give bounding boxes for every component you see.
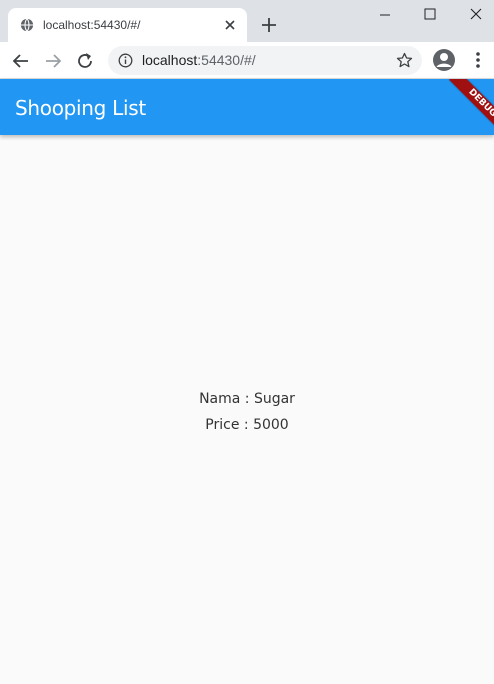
back-arrow-icon[interactable] [8,48,34,74]
url-text[interactable]: localhost:54430/#/ [142,52,256,68]
browser-toolbar: localhost:54430/#/ [0,42,494,79]
info-icon[interactable] [118,53,133,68]
close-window-icon[interactable] [453,4,494,26]
item-name-text: Nama : Sugar [199,391,295,407]
app-title: Shooping List [15,96,146,120]
debug-ribbon-label: DEBUG [449,79,494,135]
new-tab-icon[interactable] [258,14,280,36]
globe-icon [20,18,34,32]
page-body: Nama : Sugar Price : 5000 [0,135,494,684]
close-tab-icon[interactable] [223,18,237,32]
forward-arrow-icon[interactable] [40,48,66,74]
profile-avatar-icon[interactable] [432,48,456,72]
browser-tab-strip: localhost:54430/#/ [0,0,494,42]
url-host: localhost [142,52,198,68]
maximize-window-icon[interactable] [407,4,453,26]
tab-title: localhost:54430/#/ [43,18,141,32]
minimize-window-icon[interactable] [362,4,408,26]
item-price-text: Price : 5000 [205,417,289,433]
bookmark-star-icon[interactable] [396,52,413,69]
app-bar: Shooping List DEBUG [0,79,494,135]
debug-banner: DEBUG [444,79,494,135]
browser-tab[interactable]: localhost:54430/#/ [8,8,247,42]
more-menu-icon[interactable] [470,51,486,69]
url-path: :54430/#/ [197,52,256,68]
address-bar[interactable]: localhost:54430/#/ [108,46,422,75]
reload-icon[interactable] [72,48,98,74]
